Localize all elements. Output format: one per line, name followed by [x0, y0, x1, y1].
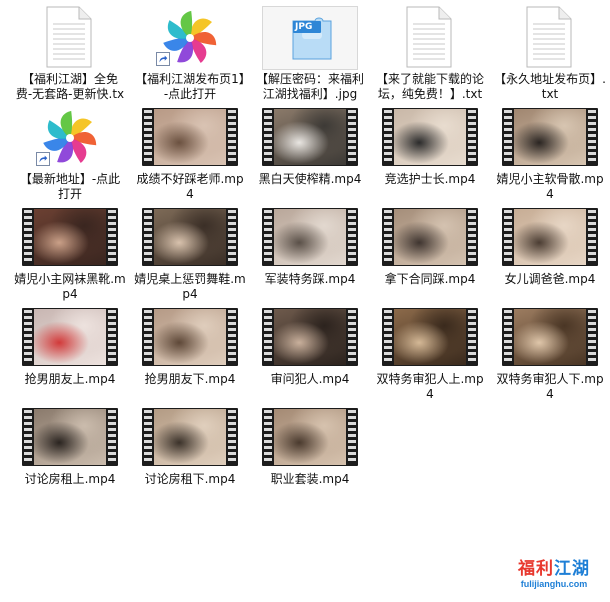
file-name-label: 婧児小主网袜黑靴.mp4 [14, 272, 126, 301]
file-name-label: 抢男朋友下.mp4 [144, 372, 236, 386]
file-item-video[interactable]: 双特务审犯人下.mp4 [490, 304, 610, 404]
file-name-label: 双特务审犯人上.mp4 [376, 372, 484, 401]
video-thumbnail [502, 206, 598, 270]
video-thumbnail [382, 106, 478, 170]
file-name-label: 抢男朋友上.mp4 [24, 372, 116, 386]
video-thumbnail [142, 306, 238, 370]
video-thumbnail [22, 306, 118, 370]
file-name-label: 【福利江湖】全免费-无套路-更新快.txt [15, 72, 125, 104]
video-thumbnail [262, 206, 358, 270]
watermark-url: fulijianghu.com [520, 579, 588, 589]
file-item-video[interactable]: 抢男朋友下.mp4 [130, 304, 250, 404]
file-item-video[interactable]: 婧児桌上惩罚舞鞋.mp4 [130, 204, 250, 304]
file-item-video[interactable]: 婧児小主网袜黑靴.mp4 [10, 204, 130, 304]
watermark-logo: 福利江湖 fulijianghu.com [508, 559, 600, 590]
file-name-label: 黑白天使榨精.mp4 [258, 172, 362, 186]
file-grid: 【福利江湖】全免费-无套路-更新快.txt 【福利江湖发布页1】-点此打开 JP… [10, 4, 610, 504]
text-document-icon [382, 6, 478, 70]
text-document-icon [22, 6, 118, 70]
file-name-label: 成绩不好踩老师.mp4 [136, 172, 244, 201]
file-name-label: 讨论房租上.mp4 [24, 472, 116, 486]
video-thumbnail [142, 106, 238, 170]
file-item-video[interactable]: 讨论房租上.mp4 [10, 404, 130, 504]
file-name-label: 职业套装.mp4 [270, 472, 350, 486]
video-thumbnail [262, 306, 358, 370]
jpg-image-icon: JPG [262, 6, 358, 70]
file-name-label: 女儿调爸爸.mp4 [504, 272, 596, 286]
file-item-video[interactable]: 军装特务踩.mp4 [250, 204, 370, 304]
video-thumbnail [22, 406, 118, 470]
file-item-shortcut[interactable]: 【最新地址】-点此打开 [10, 104, 130, 204]
video-thumbnail [382, 206, 478, 270]
file-item-shortcut[interactable]: 【福利江湖发布页1】-点此打开 [130, 4, 250, 104]
file-name-label: 竞选护士长.mp4 [384, 172, 476, 186]
file-item-txt[interactable]: 【福利江湖】全免费-无套路-更新快.txt [10, 4, 130, 104]
file-name-label: 【福利江湖发布页1】-点此打开 [135, 72, 245, 101]
file-item-video[interactable]: 讨论房租下.mp4 [130, 404, 250, 504]
text-document-icon [502, 6, 598, 70]
video-thumbnail [262, 106, 358, 170]
jpg-badge: JPG [295, 22, 313, 32]
video-thumbnail [142, 406, 238, 470]
file-item-video[interactable]: 女儿调爸爸.mp4 [490, 204, 610, 304]
file-name-label: 婧児桌上惩罚舞鞋.mp4 [134, 272, 246, 301]
file-item-jpg[interactable]: JPG 【解压密码：来福利江湖找福利】.jpg [250, 4, 370, 104]
browser-shortcut-icon [142, 6, 238, 70]
browser-shortcut-icon [22, 106, 118, 170]
file-name-label: 拿下合同踩.mp4 [384, 272, 476, 286]
video-thumbnail [502, 306, 598, 370]
file-name-label: 【来了就能下载的论坛，纯免费！】.txt [375, 72, 484, 101]
file-item-video[interactable]: 抢男朋友上.mp4 [10, 304, 130, 404]
file-name-label: 讨论房租下.mp4 [144, 472, 236, 486]
file-item-video[interactable]: 黑白天使榨精.mp4 [250, 104, 370, 204]
file-item-video[interactable]: 婧児小主软骨散.mp4 [490, 104, 610, 204]
file-item-txt[interactable]: 【永久地址发布页】.txt [490, 4, 610, 104]
file-name-label: 婧児小主软骨散.mp4 [496, 172, 604, 201]
file-name-label: 【最新地址】-点此打开 [19, 172, 121, 201]
file-name-label: 双特务审犯人下.mp4 [496, 372, 604, 401]
file-name-label: 军装特务踩.mp4 [264, 272, 356, 286]
video-thumbnail [502, 106, 598, 170]
video-thumbnail [382, 306, 478, 370]
video-thumbnail [262, 406, 358, 470]
file-item-video[interactable]: 双特务审犯人上.mp4 [370, 304, 490, 404]
file-name-label: 【解压密码：来福利江湖找福利】.jpg [255, 72, 364, 101]
file-item-video[interactable]: 竞选护士长.mp4 [370, 104, 490, 204]
file-name-label: 审问犯人.mp4 [270, 372, 350, 386]
file-item-video[interactable]: 拿下合同踩.mp4 [370, 204, 490, 304]
file-item-video[interactable]: 审问犯人.mp4 [250, 304, 370, 404]
file-item-video[interactable]: 成绩不好踩老师.mp4 [130, 104, 250, 204]
video-thumbnail [22, 206, 118, 270]
video-thumbnail [142, 206, 238, 270]
file-item-video[interactable]: 职业套装.mp4 [250, 404, 370, 504]
file-name-label: 【永久地址发布页】.txt [494, 72, 606, 101]
file-item-txt[interactable]: 【来了就能下载的论坛，纯免费！】.txt [370, 4, 490, 104]
watermark-title: 福利江湖 [518, 559, 590, 579]
